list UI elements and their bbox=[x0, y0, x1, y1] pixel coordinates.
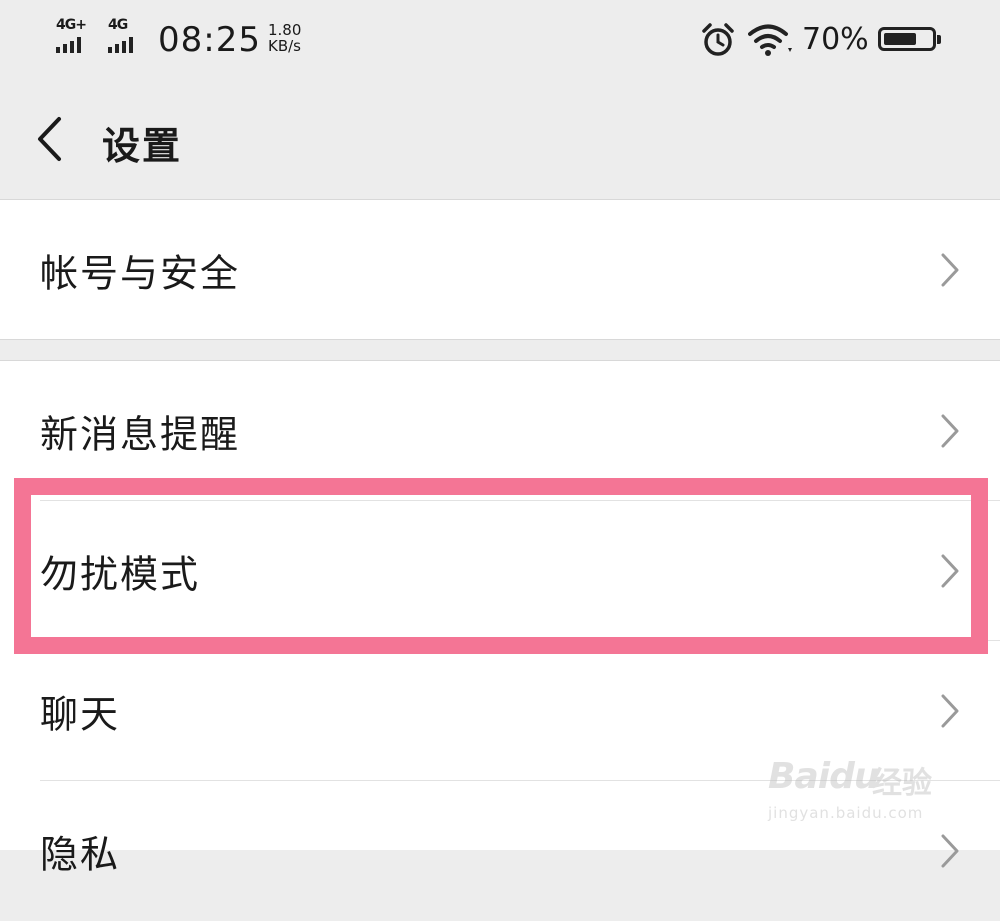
chevron-right-icon bbox=[941, 554, 959, 588]
watermark-logo: Baidu bbox=[768, 756, 879, 797]
settings-item-label: 聊天 bbox=[40, 692, 121, 737]
chevron-right-icon bbox=[941, 694, 959, 728]
settings-item-label: 隐私 bbox=[40, 832, 121, 877]
status-bar: 4G+ 4G 08:25 1.80 KB/s 70% bbox=[0, 0, 1000, 80]
battery-fill bbox=[884, 33, 916, 45]
speed-unit: KB/s bbox=[268, 37, 301, 55]
baidu-jingyan-watermark: Baidu 经验 jingyan.baidu.com bbox=[764, 742, 954, 832]
status-time: 08:25 bbox=[158, 20, 261, 60]
signal-type-label: 4G+ bbox=[56, 17, 87, 33]
settings-item-label: 新消息提醒 bbox=[40, 412, 241, 457]
chevron-right-icon bbox=[941, 253, 959, 287]
page-title: 设置 bbox=[102, 124, 183, 168]
speed-value: 1.80 bbox=[268, 21, 302, 39]
settings-item-account-security[interactable]: 帐号与安全 bbox=[0, 200, 1000, 340]
settings-item-new-message-alerts[interactable]: 新消息提醒 bbox=[0, 361, 1000, 501]
watermark-url: jingyan.baidu.com bbox=[768, 804, 924, 822]
chevron-left-icon[interactable] bbox=[34, 116, 64, 162]
chevron-right-icon bbox=[941, 414, 959, 448]
alarm-icon bbox=[702, 23, 734, 56]
settings-item-label: 帐号与安全 bbox=[40, 251, 241, 296]
signal-type-label: 4G bbox=[108, 17, 128, 33]
chevron-right-icon bbox=[941, 834, 959, 868]
watermark-cn: 经验 bbox=[872, 766, 932, 801]
settings-item-label: 勿扰模式 bbox=[40, 552, 201, 597]
wifi-icon bbox=[748, 24, 792, 56]
settings-item-do-not-disturb[interactable]: 勿扰模式 bbox=[0, 501, 1000, 641]
battery-icon bbox=[878, 27, 941, 51]
battery-percent: 70% bbox=[802, 22, 869, 57]
settings-group-account: 帐号与安全 bbox=[0, 199, 1000, 340]
network-speed: 1.80 KB/s bbox=[268, 22, 301, 54]
